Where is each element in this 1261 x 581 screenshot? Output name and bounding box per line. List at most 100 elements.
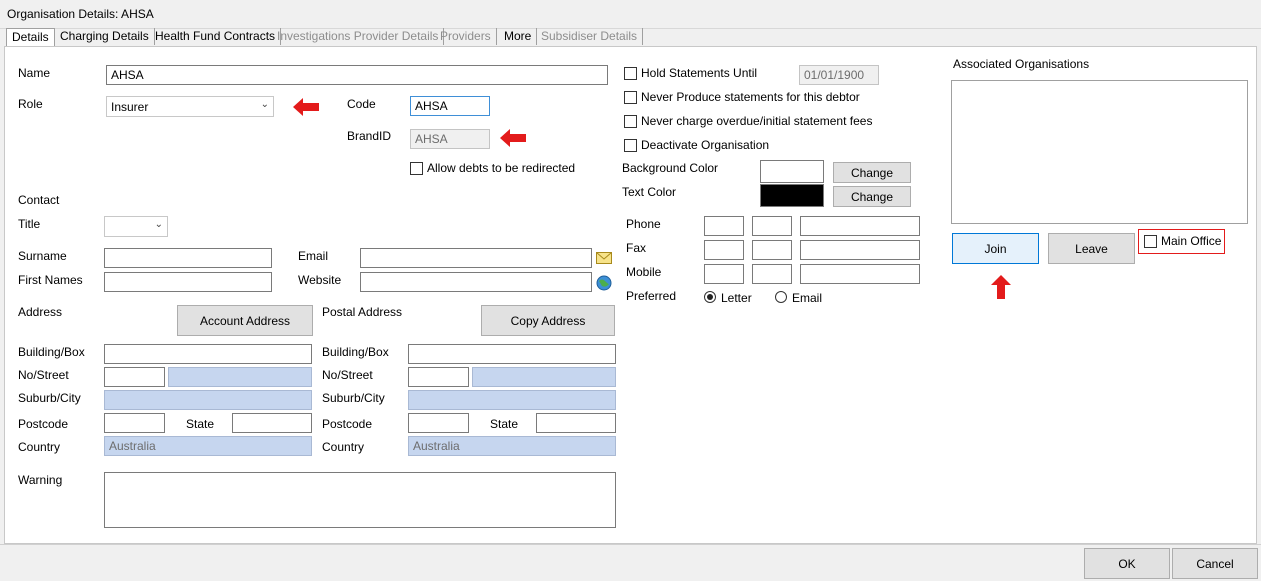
title-bar: Organisation Details: AHSA <box>0 0 1261 29</box>
dialog-footer: OK Cancel <box>0 544 1261 581</box>
background-color-swatch <box>760 160 824 183</box>
allow-redirect-checkbox[interactable] <box>410 162 423 175</box>
code-input[interactable]: AHSA <box>410 96 490 116</box>
hold-date-input[interactable]: 01/01/1900 <box>799 65 879 85</box>
name-input[interactable]: AHSA <box>106 65 608 85</box>
state-input[interactable] <box>232 413 312 433</box>
phone-number-input[interactable] <box>800 216 920 236</box>
preferred-letter-label: Letter <box>721 291 752 305</box>
warning-label: Warning <box>18 473 63 487</box>
allow-redirect-label: Allow debts to be redirected <box>427 161 576 175</box>
never-produce-label: Never Produce statements for this debtor <box>641 90 860 104</box>
surname-label: Surname <box>18 249 67 263</box>
fax-label: Fax <box>626 241 647 255</box>
firstnames-label: First Names <box>18 273 83 287</box>
postal-address-label: Postal Address <box>322 305 403 319</box>
main-office-checkbox[interactable] <box>1144 235 1157 248</box>
text-color-swatch <box>760 184 824 207</box>
main-office-label: Main Office <box>1161 234 1222 248</box>
globe-icon[interactable] <box>596 275 612 291</box>
envelope-icon[interactable] <box>596 251 612 265</box>
postal-postcode-input[interactable] <box>408 413 469 433</box>
tab-health-fund-contracts[interactable]: Health Fund Contracts <box>150 28 282 45</box>
copy-address-button[interactable]: Copy Address <box>481 305 615 336</box>
email-input[interactable] <box>360 248 592 268</box>
state-label: State <box>186 417 215 431</box>
ok-button[interactable]: OK <box>1084 548 1170 579</box>
tab-more[interactable]: More <box>499 28 538 45</box>
cancel-button[interactable]: Cancel <box>1172 548 1258 579</box>
account-address-button[interactable]: Account Address <box>177 305 313 336</box>
postal-street-name-input[interactable] <box>472 367 616 387</box>
postal-state-input[interactable] <box>536 413 616 433</box>
postal-country-label: Country <box>322 440 365 454</box>
street-number-input[interactable] <box>104 367 165 387</box>
chevron-down-icon: ⌄ <box>260 99 269 110</box>
mobile-prefix-input[interactable] <box>752 264 792 284</box>
annotation-arrow-left-icon <box>500 129 526 147</box>
postal-postcode-label: Postcode <box>322 417 373 431</box>
contact-label: Contact <box>18 193 60 207</box>
text-color-label: Text Color <box>622 185 677 199</box>
role-value: Insurer <box>111 100 149 114</box>
associated-organisations-label: Associated Organisations <box>953 57 1090 71</box>
preferred-letter-radio[interactable] <box>704 291 716 303</box>
tab-subsidiser-details[interactable]: Subsidiser Details <box>536 28 644 45</box>
deactivate-checkbox[interactable] <box>624 139 637 152</box>
never-charge-checkbox[interactable] <box>624 115 637 128</box>
hold-statements-label: Hold Statements Until <box>641 66 758 80</box>
leave-button[interactable]: Leave <box>1048 233 1135 264</box>
postal-suburb-input[interactable] <box>408 390 616 410</box>
brandid-input[interactable]: AHSA <box>410 129 490 149</box>
tab-charging-details[interactable]: Charging Details <box>55 28 155 45</box>
suburb-input[interactable] <box>104 390 312 410</box>
code-label: Code <box>347 97 376 111</box>
website-label: Website <box>298 273 342 287</box>
tab-providers[interactable]: Providers <box>435 28 497 45</box>
preferred-email-radio[interactable] <box>775 291 787 303</box>
role-select[interactable]: Insurer ⌄ <box>106 96 274 117</box>
phone-area-input[interactable] <box>704 216 744 236</box>
website-input[interactable] <box>360 272 592 292</box>
building-input[interactable] <box>104 344 312 364</box>
annotation-arrow-left-icon <box>293 98 319 116</box>
title-label: Title <box>18 217 41 231</box>
name-label: Name <box>18 66 51 80</box>
postal-country-input[interactable]: Australia <box>408 436 616 456</box>
suburb-label: Suburb/City <box>18 391 81 405</box>
mobile-number-input[interactable] <box>800 264 920 284</box>
details-panel: Name AHSA Role Insurer ⌄ Code AHSA Brand… <box>4 46 1257 544</box>
postal-building-input[interactable] <box>408 344 616 364</box>
brandid-label: BrandID <box>347 129 392 143</box>
country-input[interactable]: Australia <box>104 436 312 456</box>
surname-input[interactable] <box>104 248 272 268</box>
join-button[interactable]: Join <box>952 233 1039 264</box>
postal-street-number-input[interactable] <box>408 367 469 387</box>
background-color-change-button[interactable]: Change <box>833 162 911 183</box>
title-select[interactable]: ⌄ <box>104 216 168 237</box>
fax-prefix-input[interactable] <box>752 240 792 260</box>
tab-details[interactable]: Details <box>6 28 55 47</box>
postcode-label: Postcode <box>18 417 69 431</box>
warning-textarea[interactable] <box>104 472 616 528</box>
firstnames-input[interactable] <box>104 272 272 292</box>
never-produce-checkbox[interactable] <box>624 91 637 104</box>
postal-state-label: State <box>490 417 519 431</box>
email-label: Email <box>298 249 329 263</box>
associated-organisations-list[interactable] <box>951 80 1248 224</box>
hold-statements-checkbox[interactable] <box>624 67 637 80</box>
postcode-input[interactable] <box>104 413 165 433</box>
tab-strip: Details Charging Details Health Fund Con… <box>4 28 1257 47</box>
deactivate-label: Deactivate Organisation <box>641 138 770 152</box>
fax-number-input[interactable] <box>800 240 920 260</box>
mobile-label: Mobile <box>626 265 662 279</box>
country-label: Country <box>18 440 61 454</box>
street-name-input[interactable] <box>168 367 312 387</box>
window-title: Organisation Details: AHSA <box>7 7 154 21</box>
tab-investigations-provider-details[interactable]: Investigations Provider Details <box>272 28 445 45</box>
fax-area-input[interactable] <box>704 240 744 260</box>
phone-prefix-input[interactable] <box>752 216 792 236</box>
mobile-area-input[interactable] <box>704 264 744 284</box>
text-color-change-button[interactable]: Change <box>833 186 911 207</box>
address-label: Address <box>18 305 63 319</box>
